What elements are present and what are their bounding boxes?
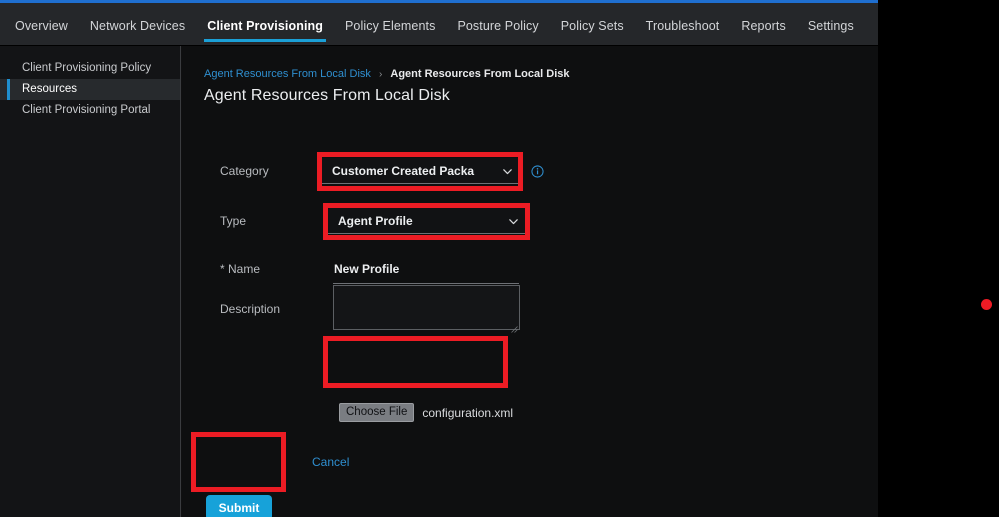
tab-settings-label: Settings xyxy=(807,19,854,33)
breadcrumb-parent-link[interactable]: Agent Resources From Local Disk xyxy=(204,68,371,80)
name-value[interactable]: New Profile xyxy=(334,262,399,276)
type-select[interactable]: Agent Profile xyxy=(328,208,525,234)
tab-overview[interactable]: Overview xyxy=(4,19,79,45)
tab-network-devices[interactable]: Network Devices xyxy=(79,19,196,45)
tab-troubleshoot-label: Troubleshoot xyxy=(645,19,720,33)
tab-reports-label: Reports xyxy=(741,19,786,33)
sidebar-item-client-provisioning-portal[interactable]: Client Provisioning Portal xyxy=(0,100,180,121)
page-title: Agent Resources From Local Disk xyxy=(204,87,450,104)
tab-settings[interactable]: Settings xyxy=(797,19,865,45)
tab-policy-sets-label: Policy Sets xyxy=(560,19,624,33)
top-navigation-bar: Overview Network Devices Client Provisio… xyxy=(0,0,878,46)
category-label: Category xyxy=(220,164,269,178)
tab-policy-elements-label: Policy Elements xyxy=(345,19,436,33)
file-upload-row: Choose File configuration.xml xyxy=(339,403,513,422)
type-label: Type xyxy=(220,214,247,228)
tab-client-provisioning[interactable]: Client Provisioning xyxy=(196,19,334,45)
description-label: Description xyxy=(220,302,281,316)
cursor-marker xyxy=(981,299,992,310)
tab-troubleshoot[interactable]: Troubleshoot xyxy=(635,19,731,45)
description-textarea[interactable] xyxy=(333,285,520,333)
sidebar: Client Provisioning Policy Resources Cli… xyxy=(0,46,181,517)
main-content: Agent Resources From Local Disk › Agent … xyxy=(182,46,878,517)
breadcrumb-current: Agent Resources From Local Disk xyxy=(390,68,570,80)
tab-policy-sets[interactable]: Policy Sets xyxy=(550,19,635,45)
submit-button[interactable]: Submit xyxy=(206,495,272,517)
tab-network-devices-label: Network Devices xyxy=(89,19,186,33)
tab-posture-policy-label: Posture Policy xyxy=(457,19,539,33)
name-field-underline xyxy=(333,283,519,284)
resize-handle-icon[interactable] xyxy=(510,320,518,333)
top-nav-items: Overview Network Devices Client Provisio… xyxy=(0,3,878,45)
sidebar-item-resources[interactable]: Resources xyxy=(0,79,180,100)
tab-posture-policy[interactable]: Posture Policy xyxy=(446,19,549,45)
sidebar-item-label: Client Provisioning Policy xyxy=(22,62,152,74)
sidebar-item-label: Client Provisioning Portal xyxy=(22,104,151,116)
sidebar-item-client-provisioning-policy[interactable]: Client Provisioning Policy xyxy=(0,58,180,79)
info-icon[interactable] xyxy=(531,165,544,178)
application-window: Overview Network Devices Client Provisio… xyxy=(0,0,878,517)
choose-file-button[interactable]: Choose File xyxy=(339,403,415,422)
sidebar-item-label: Resources xyxy=(22,83,77,95)
tab-overview-label: Overview xyxy=(15,19,68,33)
selected-file-name: configuration.xml xyxy=(422,405,514,420)
breadcrumb-separator-icon: › xyxy=(378,69,383,80)
breadcrumb: Agent Resources From Local Disk › Agent … xyxy=(204,68,569,80)
tab-client-provisioning-label: Client Provisioning xyxy=(207,19,323,33)
category-select[interactable]: Customer Created Packa xyxy=(322,158,519,184)
tab-reports[interactable]: Reports xyxy=(730,19,796,45)
name-label: * Name xyxy=(220,262,261,276)
tab-policy-elements[interactable]: Policy Elements xyxy=(334,19,446,45)
cancel-button[interactable]: Cancel xyxy=(312,455,349,469)
